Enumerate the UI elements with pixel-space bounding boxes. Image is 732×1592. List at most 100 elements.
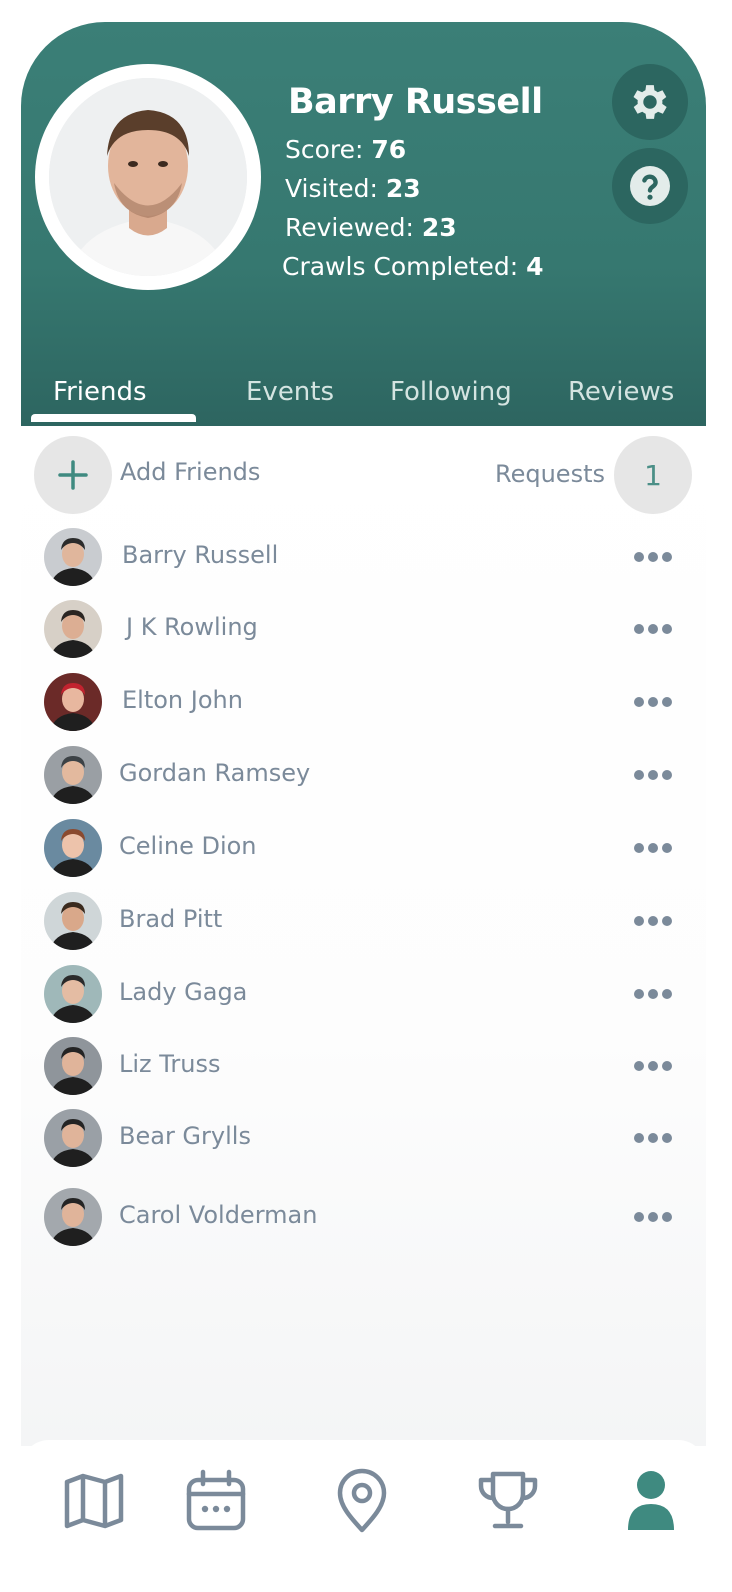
more-options-button[interactable] [634,548,672,566]
reviewed-value: 23 [421,213,457,242]
dot-icon [634,989,644,999]
dot-icon [634,1212,644,1222]
add-friends-button[interactable] [34,436,112,514]
friend-row[interactable]: Bear Grylls [0,1109,732,1169]
trophy-icon[interactable] [475,1468,541,1534]
dot-icon [662,1133,672,1143]
friend-row[interactable]: Barry Russell [0,528,732,588]
more-options-button[interactable] [634,1129,672,1147]
friend-row[interactable]: Brad Pitt [0,892,732,952]
tab-events[interactable]: Events [246,377,334,407]
friend-avatar[interactable] [44,965,102,1023]
more-options-button[interactable] [634,620,672,638]
location-pin-icon[interactable] [329,1468,395,1534]
dot-icon [648,1212,658,1222]
dot-icon [648,770,658,780]
visited-label: Visited: [285,174,386,203]
more-options-button[interactable] [634,1057,672,1075]
requests-count-badge[interactable]: 1 [614,436,692,514]
dot-icon [648,916,658,926]
reviewed-stat: Reviewed: 23 [285,213,457,242]
dot-icon [662,697,672,707]
friend-name[interactable]: Celine Dion [119,832,257,860]
dot-icon [648,697,658,707]
add-friends-label[interactable]: Add Friends [120,458,260,486]
profile-name: Barry Russell [288,82,543,122]
crawls-value: 4 [526,252,544,281]
friend-name[interactable]: Lady Gaga [119,978,247,1006]
friend-name[interactable]: Barry Russell [122,541,278,569]
friend-row[interactable]: Lady Gaga [0,965,732,1025]
map-icon[interactable] [61,1468,127,1534]
friend-name[interactable]: J K Rowling [126,613,258,641]
more-options-button[interactable] [634,1208,672,1226]
friend-name[interactable]: Elton John [122,686,243,714]
friend-avatar[interactable] [44,600,102,658]
visited-value: 23 [385,174,421,203]
score-value: 76 [371,135,407,164]
friend-row[interactable]: Liz Truss [0,1037,732,1097]
friend-avatar[interactable] [44,1109,102,1167]
friend-avatar[interactable] [44,1188,102,1246]
profile-photo [49,78,247,276]
friend-name[interactable]: Bear Grylls [119,1122,251,1150]
friend-avatar[interactable] [44,673,102,731]
profile-icon[interactable] [618,1468,684,1534]
friend-name[interactable]: Liz Truss [119,1050,220,1078]
friend-row[interactable]: Gordan Ramsey [0,746,732,806]
calendar-icon[interactable] [183,1468,249,1534]
tab-following[interactable]: Following [390,377,512,407]
friend-avatar[interactable] [44,528,102,586]
dot-icon [662,552,672,562]
dot-icon [648,552,658,562]
tab-friends[interactable]: Friends [53,377,147,407]
crawls-label: Crawls Completed: [282,252,527,281]
dot-icon [648,843,658,853]
friend-avatar[interactable] [44,819,102,877]
dot-icon [662,916,672,926]
plus-icon [58,460,88,490]
friend-row[interactable]: Carol Volderman [0,1188,732,1248]
more-options-button[interactable] [634,985,672,1003]
dot-icon [662,989,672,999]
friend-avatar[interactable] [44,746,102,804]
dot-icon [662,770,672,780]
friend-row[interactable]: Celine Dion [0,819,732,879]
dot-icon [662,1061,672,1071]
more-options-button[interactable] [634,912,672,930]
friend-name[interactable]: Brad Pitt [119,905,222,933]
profile-avatar[interactable] [35,64,261,290]
dot-icon [634,624,644,634]
dot-icon [634,916,644,926]
friend-avatar[interactable] [44,892,102,950]
gear-icon [633,85,667,119]
dot-icon [662,843,672,853]
friend-row[interactable]: J K Rowling [0,600,732,660]
requests-label[interactable]: Requests [495,460,605,488]
help-button[interactable] [612,148,688,224]
help-icon [630,166,670,206]
more-options-button[interactable] [634,839,672,857]
friend-name[interactable]: Gordan Ramsey [119,759,310,787]
score-label: Score: [285,135,372,164]
dot-icon [648,989,658,999]
friend-name[interactable]: Carol Volderman [119,1201,317,1229]
visited-stat: Visited: 23 [285,174,421,203]
profile-screen: Barry Russell Score: 76 Visited: 23 Revi… [0,0,732,1592]
settings-button[interactable] [612,64,688,140]
friend-row[interactable]: Elton John [0,673,732,733]
dot-icon [634,1061,644,1071]
dot-icon [648,1133,658,1143]
score-stat: Score: 76 [285,135,406,164]
reviewed-label: Reviewed: [285,213,422,242]
dot-icon [648,624,658,634]
crawls-stat: Crawls Completed: 4 [282,252,544,281]
more-options-button[interactable] [634,766,672,784]
dot-icon [634,552,644,562]
tab-reviews[interactable]: Reviews [568,377,674,407]
friend-avatar[interactable] [44,1037,102,1095]
profile-header: Barry Russell Score: 76 Visited: 23 Revi… [21,22,706,426]
dot-icon [648,1061,658,1071]
active-tab-indicator [31,414,196,422]
more-options-button[interactable] [634,693,672,711]
